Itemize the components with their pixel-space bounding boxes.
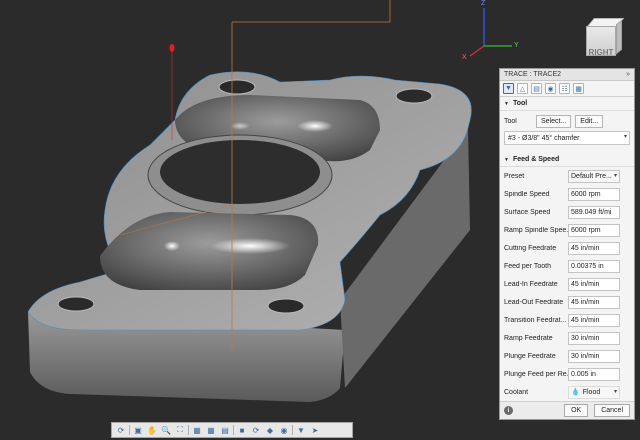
cutting-feedrate-label: Cutting Feedrate [504,244,557,252]
stock-display-icon[interactable]: ■ [236,425,248,436]
tool-section-header[interactable]: ▼ Tool [500,97,634,111]
transition-feedrate-input[interactable]: 45 in/min [568,313,620,327]
collapse-triangle-icon: ▼ [504,156,509,163]
transition-feedrate-label: Transition Feedrat... [504,316,567,324]
surface-speed-row: Surface Speed 589.049 ft/mi [500,203,634,221]
grid-snaps-icon[interactable]: ▦ [205,425,217,436]
surface-speed-label: Surface Speed [504,208,551,216]
tool-section-title: Tool [512,100,528,107]
feed-speed-section-title: Feed & Speed [512,156,560,163]
toolpath-display-icon[interactable]: ⟳ [250,425,262,436]
pan-icon[interactable]: ✋ [146,425,158,436]
tool-dropdown-value: #3 - Ø3/8" 45° chamfer [508,134,580,142]
geometry-tab-icon[interactable]: △ [517,83,528,94]
ok-button[interactable]: OK [564,404,589,417]
preset-dropdown[interactable]: Default Pre... [568,169,620,183]
z-axis-label: Z [481,0,486,7]
x-axis-label: X [462,54,467,61]
feed-per-tooth-row: Feed per Tooth 0.00375 in [500,257,634,275]
water-drop-icon: 💧 [571,389,580,396]
ramp-spindle-speed-label: Ramp Spindle Spee... [504,226,568,234]
simulation-icon[interactable]: ➤ [309,425,321,436]
tool-dropdown[interactable]: #3 - Ø3/8" 45° chamfer [504,131,630,145]
navigation-toolbar: ⟳ ▣ ✋ 🔍 ⛶ ▦ ▦ ▤ ■ ⟳ ◆ ◉ ▼ ➤ [111,422,353,438]
heights-tab-icon[interactable]: ▤ [531,83,542,94]
dialog-footer: i OK Cancel [500,401,634,419]
plunge-feed-per-rev-label: Plunge Feed per Re... [504,370,568,378]
viewports-icon[interactable]: ▤ [219,425,231,436]
tool-label: Tool [504,117,517,125]
tool-row: Tool Select... Edit... [500,111,634,131]
lead-in-feedrate-label: Lead-In Feedrate [504,280,558,288]
dialog-title: TRACE : TRACE2 [504,71,562,78]
spindle-speed-label: Spindle Speed [504,190,550,198]
ramp-feedrate-row: Ramp Feedrate 30 in/min [500,329,634,347]
linking-tab-icon[interactable]: ☷ [559,83,570,94]
visual-style-icon[interactable]: ◉ [278,425,290,436]
lead-in-feedrate-row: Lead-In Feedrate 45 in/min [500,275,634,293]
trace-dialog: TRACE : TRACE2 » ▼ △ ▤ ◉ ☷ ▦ ▼ Tool Tool… [499,68,635,420]
zoom-icon[interactable]: 🔍 [160,425,172,436]
simulation-tab-icon[interactable]: ▦ [573,83,584,94]
passes-tab-icon[interactable]: ◉ [545,83,556,94]
hole-front-right [267,298,305,314]
surface-speed-input[interactable]: 589.049 ft/mi [568,205,620,219]
orbit-icon[interactable]: ⟳ [115,425,127,436]
lead-in-feedrate-input[interactable]: 45 in/min [568,277,620,291]
select-tool-button[interactable]: Select... [536,114,572,128]
y-axis-label: Y [514,42,519,49]
ramp-spindle-speed-row: Ramp Spindle Spee... 6000 rpm [500,221,634,239]
spindle-speed-input[interactable]: 6000 rpm [568,187,620,201]
hole-front-left [57,296,95,312]
tool-display-icon[interactable]: ▼ [295,425,307,436]
plunge-feedrate-label: Plunge Feedrate [504,352,556,360]
tool-tab-icon[interactable]: ▼ [503,83,514,94]
feed-per-tooth-label: Feed per Tooth [504,262,551,270]
hole-rear-left [218,79,256,95]
feed-speed-section-header[interactable]: ▼ Feed & Speed [500,153,634,167]
center-bore [160,140,320,204]
lead-out-feedrate-row: Lead-Out Feedrate 45 in/min [500,293,634,311]
section-analysis-icon[interactable]: ◆ [264,425,276,436]
collapse-icon[interactable]: » [626,71,630,78]
view-cube-face-label: RIGHT [588,48,614,57]
coolant-row: Coolant 💧 Flood [500,383,634,401]
ramp-feedrate-input[interactable]: 30 in/min [568,331,620,345]
coolant-value: Flood [582,388,601,396]
look-at-icon[interactable]: ▣ [132,425,144,436]
ramp-feedrate-label: Ramp Feedrate [504,334,553,342]
preset-row: Preset Default Pre... [500,167,634,185]
display-settings-icon[interactable]: ▦ [191,425,203,436]
plunge-feed-per-rev-input[interactable]: 0.005 in [568,367,620,381]
coolant-dropdown[interactable]: 💧 Flood [568,385,620,399]
tool-position-marker [169,44,175,52]
dialog-header[interactable]: TRACE : TRACE2 » [500,69,634,81]
cutting-feedrate-input[interactable]: 45 in/min [568,241,620,255]
plunge-feedrate-input[interactable]: 30 in/min [568,349,620,363]
info-icon[interactable]: i [504,406,513,415]
coolant-label: Coolant [504,388,529,396]
transition-feedrate-row: Transition Feedrat... 45 in/min [500,311,634,329]
dialog-tabs: ▼ △ ▤ ◉ ☷ ▦ [500,81,634,97]
lead-out-feedrate-label: Lead-Out Feedrate [504,298,564,306]
fit-icon[interactable]: ⛶ [174,425,186,436]
spindle-speed-row: Spindle Speed 6000 rpm [500,185,634,203]
ramp-spindle-speed-input[interactable]: 6000 rpm [568,223,620,237]
cancel-button[interactable]: Cancel [594,404,630,417]
plunge-feedrate-row: Plunge Feedrate 30 in/min [500,347,634,365]
view-cube[interactable]: RIGHT [580,14,625,60]
lead-out-feedrate-input[interactable]: 45 in/min [568,295,620,309]
plunge-feed-per-rev-row: Plunge Feed per Re... 0.005 in [500,365,634,383]
collapse-triangle-icon: ▼ [504,100,509,107]
hole-rear-right [395,88,433,104]
cutting-feedrate-row: Cutting Feedrate 45 in/min [500,239,634,257]
preset-label: Preset [504,172,525,180]
edit-tool-button[interactable]: Edit... [575,114,604,128]
feed-per-tooth-input[interactable]: 0.00375 in [568,259,620,273]
